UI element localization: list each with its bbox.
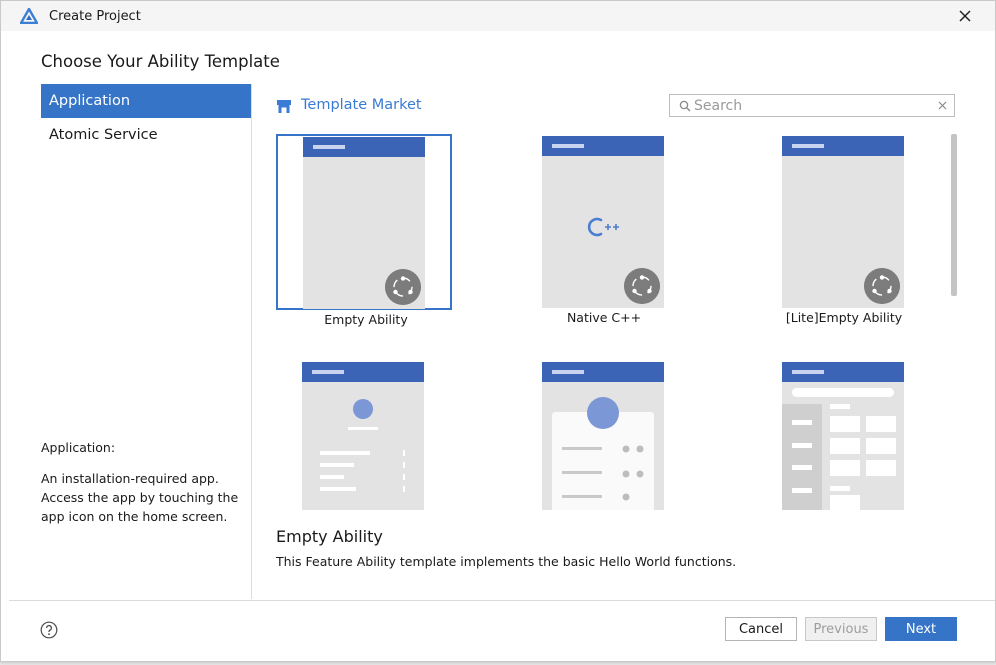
clear-search-icon[interactable] xyxy=(936,99,949,112)
template-thumbnail xyxy=(542,136,664,308)
cancel-button[interactable]: Cancel xyxy=(725,617,797,641)
close-icon[interactable] xyxy=(955,6,975,26)
title-bar: Create Project xyxy=(1,1,995,31)
template-name: Empty Ability xyxy=(324,312,408,327)
template-thumbnail xyxy=(542,362,664,510)
search-icon xyxy=(679,100,691,112)
template-name: [Lite]Empty Ability xyxy=(785,310,903,325)
template-name: Native C++ xyxy=(566,310,642,325)
template-card-lite-empty-ability[interactable]: [Lite]Empty Ability xyxy=(756,134,932,325)
previous-button[interactable]: Previous xyxy=(805,617,877,641)
template-thumbnail xyxy=(302,362,424,510)
sidebar-item-application[interactable]: Application xyxy=(41,84,251,118)
app-logo-icon xyxy=(20,8,38,24)
template-card-grid-list[interactable] xyxy=(756,360,932,510)
template-thumbnail xyxy=(782,362,904,510)
template-card-native-cpp[interactable]: Native C++ xyxy=(516,134,692,325)
cpp-logo-icon xyxy=(587,217,619,237)
search-field[interactable] xyxy=(669,94,955,117)
template-grid-scrollbar[interactable] xyxy=(951,134,957,296)
store-icon xyxy=(277,100,291,113)
page-title: Choose Your Ability Template xyxy=(41,52,280,71)
help-icon[interactable] xyxy=(40,621,58,639)
template-thumbnail xyxy=(303,137,425,309)
footer-divider xyxy=(9,600,995,601)
search-input[interactable] xyxy=(694,96,930,115)
category-description-body: An installation-required app. Access the… xyxy=(41,471,239,524)
detail-layout-illustration xyxy=(552,397,654,510)
template-thumbnail xyxy=(782,136,904,308)
template-card-detail[interactable] xyxy=(516,360,692,510)
grid-layout-illustration xyxy=(782,388,896,510)
category-description-title: Application: xyxy=(41,440,116,455)
window-title: Create Project xyxy=(49,9,141,24)
next-button[interactable]: Next xyxy=(885,617,957,641)
create-project-dialog: Create Project Choose Your Ability Templ… xyxy=(0,0,996,662)
openharmony-badge-icon xyxy=(385,269,421,305)
sidebar-item-atomic-service[interactable]: Atomic Service xyxy=(41,118,251,152)
selected-template-description: This Feature Ability template implements… xyxy=(276,554,737,569)
template-card-profile[interactable] xyxy=(276,360,452,510)
profile-layout-illustration xyxy=(320,399,405,492)
template-grid: Empty Ability Native C++ [Lite]Empty Abi… xyxy=(276,134,946,510)
selected-template-name: Empty Ability xyxy=(276,527,383,546)
template-market-link[interactable]: Template Market xyxy=(301,97,422,113)
template-card-empty-ability[interactable]: Empty Ability xyxy=(276,134,452,327)
openharmony-badge-icon xyxy=(864,268,900,304)
openharmony-badge-icon xyxy=(624,268,660,304)
